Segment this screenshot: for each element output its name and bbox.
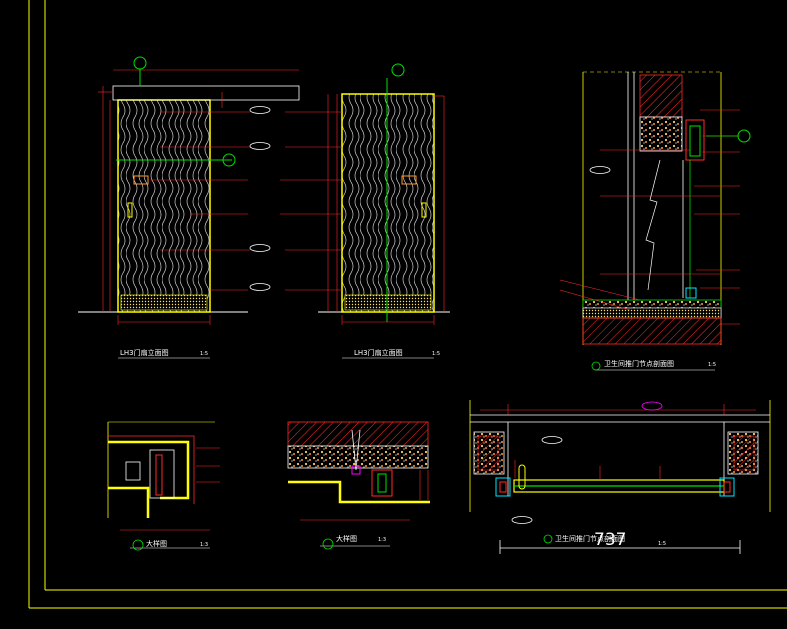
back-door-elevation: LH3门扇立面图 1:5 [280,63,450,359]
detail2-title: 大样图 [336,534,357,543]
plan-dimension-737: 737 [594,530,626,550]
front-elevation-title: LH3门扇立面图 [120,348,169,357]
cad-drawing-canvas: LH3门扇立面图 1:5 LH3门扇立面图 1:5 卫生间推门节点剖面图 1:5… [28,0,787,609]
front-elevation-scale: 1:5 [200,351,208,357]
back-elevation-scale: 1:5 [432,351,440,357]
detail-1: 大样图 1:3 [107,421,220,551]
front-door-elevation: LH3门扇立面图 1:5 [78,56,300,359]
plan-scale: 1:5 [658,541,666,547]
detail1-scale: 1:3 [200,542,208,548]
back-elevation-title: LH3门扇立面图 [354,348,403,357]
detail2-scale: 1:3 [378,537,386,543]
section-title: 卫生间推门节点剖面图 [604,359,674,368]
section-scale: 1:5 [708,362,716,368]
plan-section: 卫生间推门节点剖面图 737 1:5 [469,400,771,554]
detail1-title: 大样图 [146,539,167,548]
vertical-section: 卫生间推门节点剖面图 1:5 [559,71,751,371]
detail-2: 大样图 1:3 [287,421,430,550]
